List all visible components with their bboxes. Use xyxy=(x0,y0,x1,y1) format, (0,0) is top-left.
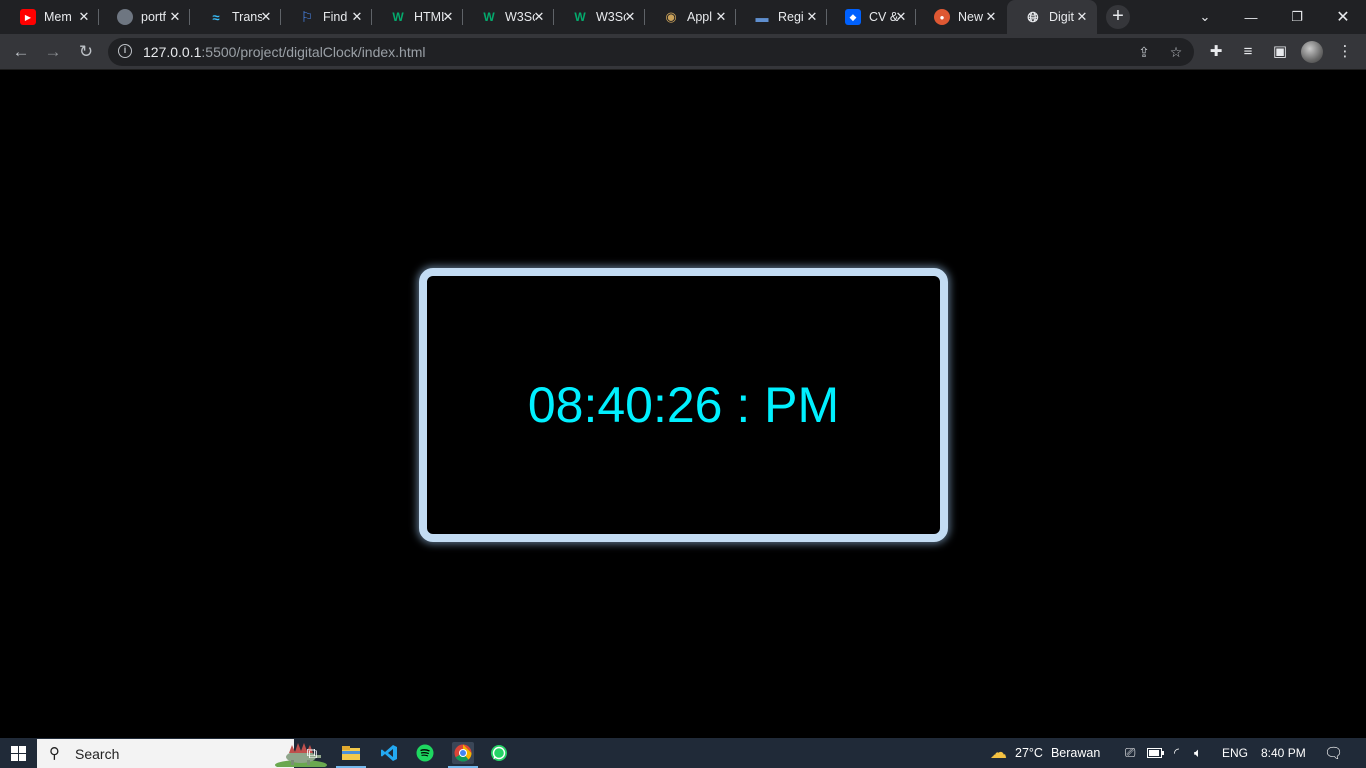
new-tab-button[interactable]: + xyxy=(1106,5,1130,29)
wifi-icon[interactable]: ◜ xyxy=(1174,738,1179,768)
close-window-button[interactable]: ✕ xyxy=(1320,0,1366,34)
tab-10[interactable]: ● New ✕ xyxy=(916,0,1006,34)
weather-temp: 27°C xyxy=(1015,746,1043,760)
reload-button[interactable]: ↻ xyxy=(74,40,98,64)
extensions-puzzle-icon[interactable]: ✚ xyxy=(1206,42,1226,62)
chrome-icon[interactable] xyxy=(448,742,478,768)
tab-strip: ▶ Mem ✕ portf ✕ ≈ Trans ✕ ⚐ Find ✕ W HTM… xyxy=(0,0,1366,34)
search-icon: ⚲ xyxy=(49,745,60,762)
tab-title: Trans xyxy=(232,10,262,24)
tab-2[interactable]: ≈ Trans ✕ xyxy=(190,0,281,34)
globe-icon: 🌐︎ xyxy=(1027,8,1039,25)
close-icon[interactable]: ✕ xyxy=(623,10,637,24)
dropbox-icon: ◆ xyxy=(845,9,861,25)
close-icon[interactable]: ✕ xyxy=(441,10,455,24)
url-text[interactable]: 127.0.0.1:5500/project/digitalClock/inde… xyxy=(143,44,426,60)
github-icon xyxy=(117,9,133,25)
close-icon[interactable]: ✕ xyxy=(532,10,546,24)
tab-9[interactable]: ◆ CV & ✕ xyxy=(827,0,916,34)
weather-desc: Berawan xyxy=(1050,746,1101,760)
close-icon[interactable]: ✕ xyxy=(77,10,91,24)
close-icon[interactable]: ✕ xyxy=(1075,10,1089,24)
close-icon[interactable]: ✕ xyxy=(894,10,908,24)
flag-icon: ⚐ xyxy=(300,8,314,25)
windows-logo-icon xyxy=(10,745,26,761)
tailwind-icon: ≈ xyxy=(212,9,220,25)
taskbar-search[interactable]: ⚲ Search xyxy=(37,739,327,768)
close-icon[interactable]: ✕ xyxy=(714,10,728,24)
w3schools-icon: W xyxy=(574,10,586,24)
spotify-icon[interactable] xyxy=(414,742,436,764)
forward-button[interactable]: → xyxy=(41,40,65,64)
clock-display: 08:40:26 : PM xyxy=(527,377,840,433)
tab-5[interactable]: W W3Sc ✕ xyxy=(463,0,554,34)
address-bar[interactable]: i 127.0.0.1:5500/project/digitalClock/in… xyxy=(108,38,1194,66)
info-icon[interactable]: i xyxy=(118,44,132,58)
tab-3[interactable]: ⚐ Find ✕ xyxy=(281,0,372,34)
search-label: Search xyxy=(75,746,120,762)
profile-avatar[interactable] xyxy=(1301,41,1323,63)
weather-widget[interactable]: ☁ 27°C Berawan xyxy=(990,738,1100,768)
tab-0[interactable]: ▶ Mem ✕ xyxy=(2,0,99,34)
close-icon[interactable]: ✕ xyxy=(259,10,273,24)
task-view-icon[interactable]: ⧉ xyxy=(301,742,323,764)
tab-title: HTML xyxy=(414,10,444,24)
whatsapp-icon[interactable] xyxy=(488,742,510,764)
vscode-icon[interactable] xyxy=(378,742,400,764)
battery-icon[interactable] xyxy=(1147,738,1164,768)
tab-1[interactable]: portf ✕ xyxy=(99,0,190,34)
tab-title: Find xyxy=(323,10,348,24)
tab-title: Mem xyxy=(44,10,72,24)
windows-taskbar: ⚲ Search ⧉ ☁ 27°C Berawan ⎚ ◜ 🔈︎ ENG 8:4… xyxy=(0,738,1366,768)
browser-toolbar: ← → ↻ i 127.0.0.1:5500/project/digitalCl… xyxy=(0,34,1366,70)
side-panel-icon[interactable]: ▣ xyxy=(1270,42,1290,62)
tab-8[interactable]: ▬ Regi ✕ xyxy=(736,0,827,34)
tab-6[interactable]: W W3Sc ✕ xyxy=(554,0,645,34)
tab-7[interactable]: ◉ Appl ✕ xyxy=(645,0,736,34)
language-indicator[interactable]: ENG xyxy=(1222,738,1248,768)
tab-4[interactable]: W HTML ✕ xyxy=(372,0,463,34)
start-button[interactable] xyxy=(0,738,36,768)
close-icon[interactable]: ✕ xyxy=(168,10,182,24)
file-explorer-icon[interactable] xyxy=(336,742,366,768)
close-icon[interactable]: ✕ xyxy=(805,10,819,24)
w3schools-icon: W xyxy=(483,10,495,24)
tab-search-icon[interactable]: ⌄ xyxy=(1182,0,1228,34)
youtube-icon: ▶ xyxy=(20,9,36,25)
duckduckgo-icon: ● xyxy=(934,9,950,25)
tab-title: Regi xyxy=(778,10,804,24)
page-viewport: 08:40:26 : PM xyxy=(0,71,1366,738)
close-icon[interactable]: ✕ xyxy=(350,10,364,24)
tab-title: portf xyxy=(141,10,167,24)
volume-icon[interactable]: 🔈︎ xyxy=(1194,738,1202,768)
clock-time[interactable]: 8:40 PM xyxy=(1261,738,1306,768)
restore-button[interactable]: ❐ xyxy=(1274,0,1320,34)
minimize-button[interactable]: — xyxy=(1228,0,1274,34)
share-icon[interactable]: ⇪ xyxy=(1135,43,1153,61)
bookmark-star-icon[interactable]: ☆ xyxy=(1167,43,1185,61)
partly-cloudy-night-icon: ☁ xyxy=(990,743,1007,762)
dash-icon: ▬ xyxy=(755,9,769,25)
tab-title: W3Sc xyxy=(505,10,535,24)
tab-title: Appl xyxy=(687,10,713,24)
back-button[interactable]: ← xyxy=(9,40,33,64)
planet-icon: ◉ xyxy=(665,9,677,24)
notification-icon[interactable]: 🗨︎ xyxy=(1324,738,1343,768)
kebab-menu-icon[interactable]: ⋮ xyxy=(1335,42,1355,62)
meet-now-icon[interactable]: ⎚ xyxy=(1125,738,1135,768)
close-icon[interactable]: ✕ xyxy=(984,10,998,24)
media-control-icon[interactable]: ≡ xyxy=(1238,42,1258,62)
tab-11-active[interactable]: 🌐︎ Digit ✕ xyxy=(1007,0,1097,34)
clock-frame: 08:40:26 : PM xyxy=(419,268,948,542)
tab-title: W3Sc xyxy=(596,10,626,24)
w3schools-icon: W xyxy=(392,10,404,24)
